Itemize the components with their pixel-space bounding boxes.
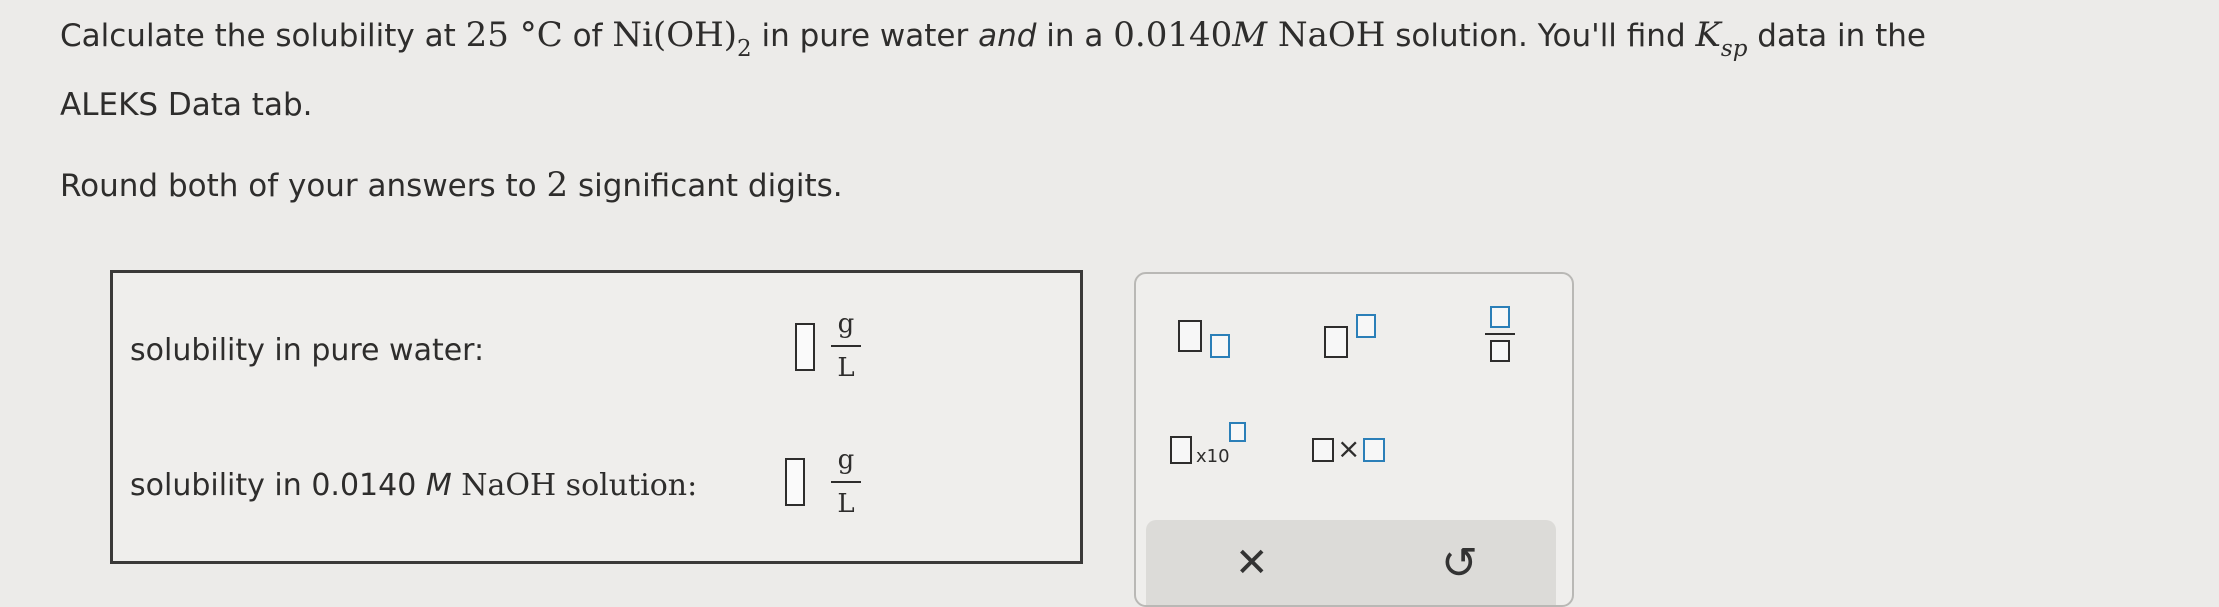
naoh-input[interactable] [785,458,805,506]
subscript-box-icon [1210,334,1230,358]
unit-denominator: L [837,489,855,519]
toolbar-actions: ✕ ↺ [1146,520,1556,605]
question-text: of [562,18,613,54]
unit-g-per-l: g L [831,307,861,385]
unit-numerator: g [837,445,855,475]
undo-icon[interactable]: ↺ [1441,538,1478,589]
multiply-button[interactable]: × [1312,432,1402,474]
rounding-instruction: Round both of your answers to 2 signific… [60,160,843,211]
fraction-button[interactable] [1481,306,1521,366]
emphasis-and: and [978,18,1037,54]
right-box-icon [1363,438,1385,462]
fraction-bar [831,481,861,483]
compound-formula: Ni(OH)2 [612,15,751,62]
math-toolbar: x10 × ✕ ↺ [1134,272,1574,607]
left-box-icon [1312,438,1334,462]
superscript-button[interactable] [1324,314,1394,364]
naoh-label: solubility in 0.0140 M NaOH solution: [130,468,697,503]
compound-base: Ni(OH) [612,15,737,55]
base-box-icon [1178,320,1202,352]
molarity-unit: M [1232,15,1268,55]
times-icon: × [1337,432,1361,465]
pure-water-input[interactable] [795,323,815,371]
naoh-formula: NaOH [1267,15,1386,55]
question-text: Calculate the solubility at [60,18,466,54]
question-text: in pure water [751,18,979,54]
question-text: data in the [1747,18,1926,54]
instruction-text: significant digits. [568,168,843,204]
clear-icon[interactable]: ✕ [1235,540,1269,586]
fraction-bar [831,345,861,347]
x10-label: x10 [1196,446,1230,467]
concentration-value: 0.0140 [1113,15,1233,55]
sig-digits-number: 2 [546,165,569,205]
unit-g-per-l: g L [831,443,861,521]
scientific-notation-button[interactable]: x10 [1170,422,1260,472]
mantissa-box-icon [1170,436,1192,464]
answer-panel: solubility in pure water: g L solubility… [110,270,1083,564]
exponent-box-icon [1229,422,1246,442]
question-text: solution. You'll find [1385,18,1696,54]
unit-numerator: g [837,309,855,339]
ksp-subscript: sp [1720,36,1748,62]
question-line-1: Calculate the solubility at 25 °C of Ni(… [60,10,1926,74]
denominator-box-icon [1490,340,1510,362]
pure-water-label: solubility in pure water: [130,333,485,368]
compound-subscript: 2 [737,36,752,62]
naoh-label-text: solubility in 0.0140 [130,468,426,503]
superscript-box-icon [1356,314,1376,338]
temperature: 25 °C [465,15,563,55]
numerator-box-icon [1490,306,1510,328]
subscript-button[interactable] [1178,316,1248,366]
instruction-text: Round both of your answers to [60,168,547,204]
ksp-k: K [1695,15,1721,55]
base-box-icon [1324,326,1348,358]
fraction-line-icon [1485,333,1515,335]
unit-denominator: L [837,353,855,383]
ksp-symbol: Ksp [1695,15,1747,62]
naoh-label-text: NaOH solution: [451,468,698,503]
question-line-2: ALEKS Data tab. [60,87,313,123]
naoh-label-molarity: M [425,468,452,503]
question-text: in a [1036,18,1114,54]
